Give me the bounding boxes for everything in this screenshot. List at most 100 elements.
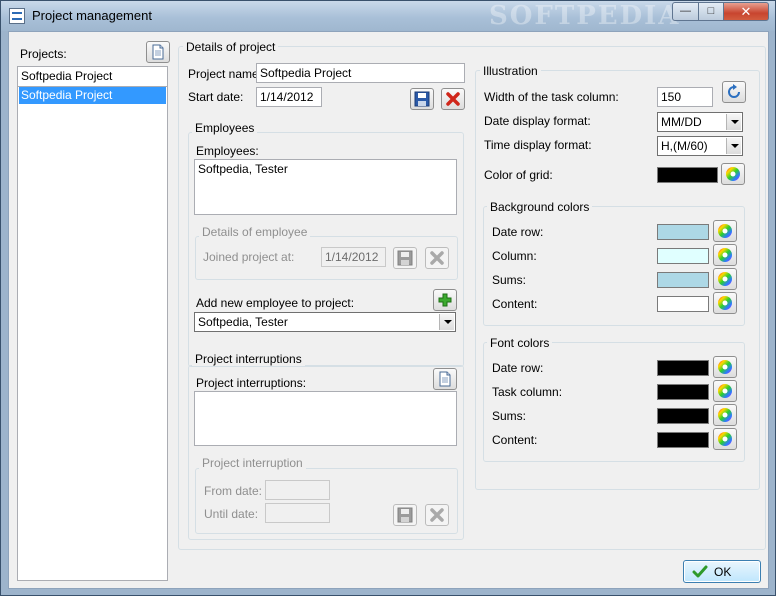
bg-content-swatch: [657, 296, 709, 312]
bg-date-row-label: Date row:: [492, 225, 544, 239]
font-task-column-swatch: [657, 384, 709, 400]
until-date-label: Until date:: [204, 507, 259, 521]
color-wheel-icon: [718, 432, 732, 446]
font-sums-swatch: [657, 408, 709, 424]
refresh-button[interactable]: [722, 81, 746, 103]
bg-sums-label: Sums:: [492, 273, 527, 287]
floppy-save-icon: [414, 91, 430, 107]
color-wheel-icon: [718, 296, 732, 310]
color-wheel-icon: [718, 384, 732, 398]
font-sums-color-button[interactable]: [713, 404, 737, 426]
list-item[interactable]: Softpedia, Tester: [196, 161, 455, 178]
bg-column-label: Column:: [492, 249, 537, 263]
add-employee-label: Add new employee to project:: [196, 296, 355, 310]
delete-interruption-button[interactable]: [425, 504, 449, 526]
new-interruption-button[interactable]: [433, 368, 457, 390]
font-content-swatch: [657, 432, 709, 448]
bg-column-swatch: [657, 248, 709, 264]
illustration-title: Illustration: [480, 64, 541, 78]
task-column-width-label: Width of the task column:: [484, 90, 619, 104]
start-date-input[interactable]: 1/14/2012: [256, 87, 322, 107]
chevron-down-icon[interactable]: [439, 314, 454, 330]
projects-list[interactable]: Softpedia Project Softpedia Project: [17, 66, 168, 581]
grid-color-swatch: [657, 167, 718, 183]
watermark: SOFTPEDIA: [489, 1, 681, 31]
employees-list[interactable]: Softpedia, Tester: [194, 159, 457, 215]
save-employee-button[interactable]: [393, 247, 417, 269]
new-project-button[interactable]: [146, 41, 170, 63]
color-wheel-icon: [718, 408, 732, 422]
delete-employee-button[interactable]: [425, 247, 449, 269]
time-format-select[interactable]: H,(M/60): [657, 136, 743, 156]
font-date-row-color-button[interactable]: [713, 356, 737, 378]
bg-sums-color-button[interactable]: [713, 268, 737, 290]
new-document-icon: [152, 44, 164, 60]
font-date-row-label: Date row:: [492, 361, 544, 375]
project-name-label: Project name:: [188, 67, 263, 81]
font-date-row-swatch: [657, 360, 709, 376]
task-column-width-input[interactable]: 150: [657, 87, 713, 107]
color-wheel-icon: [718, 272, 732, 286]
details-of-project-title: Details of project: [183, 40, 279, 54]
grid-color-label: Color of grid:: [484, 168, 553, 182]
joined-date-input[interactable]: 1/14/2012: [321, 247, 386, 267]
red-x-delete-icon: [430, 508, 444, 522]
red-x-delete-icon: [430, 251, 444, 265]
red-x-delete-icon: [446, 92, 460, 106]
bg-date-row-color-button[interactable]: [713, 220, 737, 242]
save-project-button[interactable]: [410, 88, 434, 110]
projects-label: Projects:: [20, 47, 67, 61]
background-colors-title: Background colors: [487, 200, 593, 214]
minimize-button[interactable]: —: [672, 2, 699, 21]
interruptions-list-label: Project interruptions:: [196, 376, 307, 390]
close-button[interactable]: ✕: [723, 2, 769, 21]
project-interruption-details-group: [195, 468, 458, 534]
add-employee-select[interactable]: Softpedia, Tester: [194, 312, 456, 332]
interruptions-list[interactable]: [194, 391, 457, 446]
font-colors-title: Font colors: [487, 336, 553, 350]
floppy-save-icon: [397, 250, 413, 266]
add-employee-selected: Softpedia, Tester: [198, 315, 288, 329]
bg-content-color-button[interactable]: [713, 292, 737, 314]
employees-group-title: Employees: [192, 121, 258, 135]
save-interruption-button[interactable]: [393, 504, 417, 526]
color-wheel-icon: [718, 224, 732, 238]
add-employee-button[interactable]: [433, 289, 457, 311]
until-date-input[interactable]: [265, 503, 330, 523]
from-date-label: From date:: [204, 484, 263, 498]
refresh-icon: [728, 84, 740, 98]
bg-column-color-button[interactable]: [713, 244, 737, 266]
chevron-down-icon[interactable]: [726, 138, 741, 154]
date-format-label: Date display format:: [484, 114, 591, 128]
font-task-column-color-button[interactable]: [713, 380, 737, 402]
project-management-window: Project management SOFTPEDIA — □ ✕ Proje…: [0, 0, 776, 596]
project-search-input[interactable]: Softpedia Project: [18, 67, 167, 87]
from-date-input[interactable]: [265, 480, 330, 500]
start-date-label: Start date:: [188, 90, 244, 104]
bg-date-row-swatch: [657, 224, 709, 240]
delete-project-button[interactable]: [441, 88, 465, 110]
date-format-selected: MM/DD: [661, 115, 702, 129]
joined-project-label: Joined project at:: [203, 250, 295, 264]
new-document-icon: [439, 371, 451, 387]
color-wheel-icon: [718, 360, 732, 374]
floppy-save-icon: [397, 507, 413, 523]
grid-color-button[interactable]: [721, 163, 745, 185]
list-item[interactable]: Softpedia Project: [19, 87, 166, 104]
date-format-select[interactable]: MM/DD: [657, 112, 743, 132]
details-of-employee-title: Details of employee: [199, 225, 311, 239]
project-interruptions-group-title: Project interruptions: [192, 352, 305, 366]
project-name-input[interactable]: Softpedia Project: [256, 63, 465, 83]
color-wheel-icon: [718, 248, 732, 262]
font-content-label: Content:: [492, 433, 538, 447]
ok-button[interactable]: OK: [683, 560, 761, 583]
color-wheel-icon: [726, 167, 740, 181]
title-bar[interactable]: Project management SOFTPEDIA — □ ✕: [1, 1, 775, 31]
ok-label: OK: [714, 565, 732, 579]
time-format-selected: H,(M/60): [661, 139, 708, 153]
font-sums-label: Sums:: [492, 409, 527, 423]
chevron-down-icon[interactable]: [726, 114, 741, 130]
font-content-color-button[interactable]: [713, 428, 737, 450]
maximize-button[interactable]: □: [698, 2, 724, 21]
green-check-icon: [692, 565, 708, 578]
